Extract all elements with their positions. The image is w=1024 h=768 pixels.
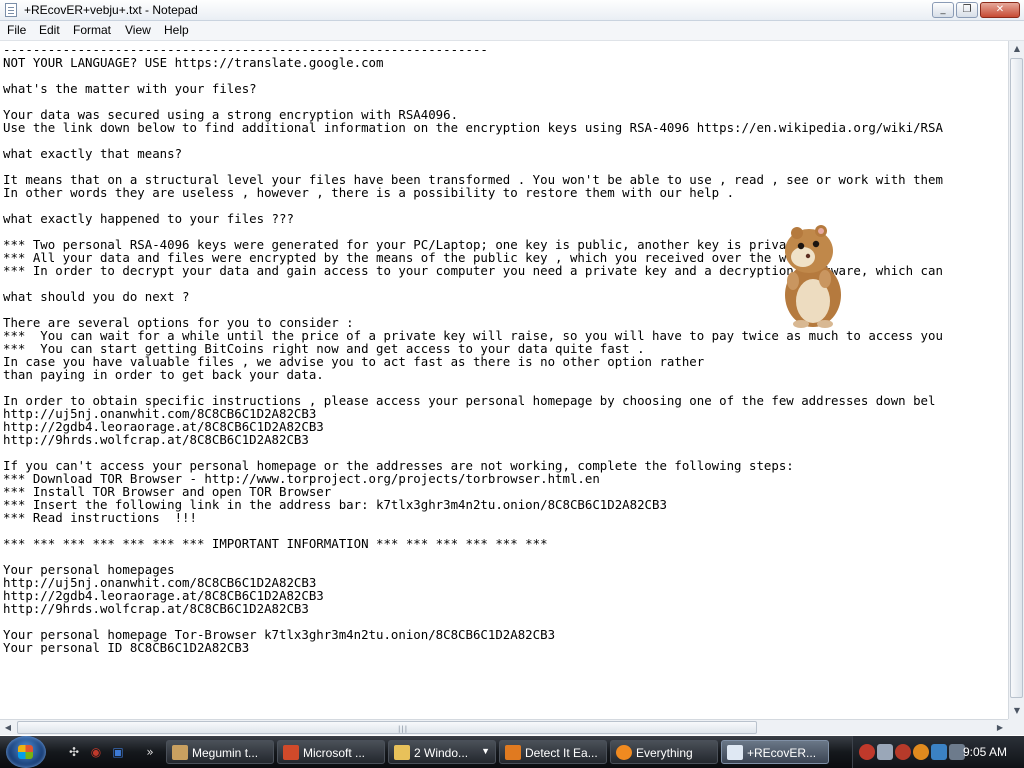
grip-icon: ||| (398, 725, 409, 733)
clock[interactable]: 9:05 AM (963, 745, 1007, 759)
document-text: ----------------------------------------… (3, 43, 943, 654)
menu-file[interactable]: File (7, 23, 26, 37)
notepad-icon (5, 3, 17, 17)
text-line: http://9hrds.wolfcrap.at/8C8CB6C1D2A82CB… (3, 432, 309, 447)
menu-edit[interactable]: Edit (39, 23, 60, 37)
taskbar-button-megumin[interactable]: Megumin t... (166, 740, 274, 764)
menu-help[interactable]: Help (164, 23, 189, 37)
taskbar-button-everything[interactable]: Everything (610, 740, 718, 764)
minimize-button[interactable]: _ (932, 2, 954, 18)
text-line: NOT YOUR LANGUAGE? USE https://translate… (3, 55, 384, 70)
text-line: *** *** *** *** *** *** *** IMPORTANT IN… (3, 536, 548, 551)
scroll-up-icon[interactable]: ▲ (1009, 41, 1024, 57)
taskbar-button-detect-it-easy[interactable]: Detect It Ea... (499, 740, 607, 764)
notepad-icon (727, 745, 743, 760)
text-line: what's the matter with your files? (3, 81, 257, 96)
maximize-button[interactable]: ❐ (956, 2, 978, 18)
taskbar-button-microsoft[interactable]: Microsoft ... (277, 740, 385, 764)
hamster-mascot-image (785, 225, 841, 328)
blocked-icon[interactable] (859, 744, 875, 760)
quicklaunch-app-icon[interactable]: ✣ (66, 745, 82, 759)
text-line: than paying in order to get back your da… (3, 367, 324, 382)
game-icon (172, 745, 188, 760)
search-icon (616, 745, 632, 760)
scroll-right-icon[interactable]: ▶ (992, 720, 1008, 736)
search-tray-icon[interactable] (913, 744, 929, 760)
vertical-scroll-thumb[interactable] (1010, 58, 1023, 698)
menu-bar: File Edit Format View Help (0, 21, 1024, 41)
detect-icon (505, 745, 521, 760)
folder-icon (394, 745, 410, 760)
quicklaunch-browser-icon[interactable]: ◉ (88, 745, 104, 759)
security-shield-icon[interactable] (877, 744, 893, 760)
menu-view[interactable]: View (125, 23, 151, 37)
text-editor-area[interactable]: ----------------------------------------… (0, 41, 1008, 719)
horizontal-scrollbar[interactable]: ◀ ||| ▶ (0, 719, 1008, 735)
text-line: Use the link down below to find addition… (3, 120, 943, 135)
text-line: In other words they are useless , howeve… (3, 185, 735, 200)
text-line: Your personal ID 8C8CB6C1D2A82CB3 (3, 640, 250, 655)
close-button[interactable]: ✕ (980, 2, 1020, 18)
text-line: http://9hrds.wolfcrap.at/8C8CB6C1D2A82CB… (3, 601, 309, 616)
scroll-left-icon[interactable]: ◀ (0, 720, 16, 736)
quicklaunch-expand-icon[interactable]: » (142, 745, 158, 759)
window-title: +REcovER+vebju+.txt - Notepad (24, 3, 198, 17)
vertical-scrollbar[interactable]: ▲ ▼ (1008, 41, 1024, 719)
window-controls: _ ❐ ✕ (932, 2, 1020, 18)
taskbar-button-windows-group[interactable]: 2 Windo... ▼ (388, 740, 496, 764)
network-icon[interactable] (931, 744, 947, 760)
menu-format[interactable]: Format (73, 23, 111, 37)
taskbar: ✣ ◉ ▣ » Megumin t... Microsoft ... 2 Win… (0, 736, 1024, 768)
start-button[interactable] (6, 736, 46, 768)
text-line: *** Read instructions !!! (3, 510, 197, 525)
title-bar: +REcovER+vebju+.txt - Notepad _ ❐ ✕ (0, 0, 1024, 21)
taskbar-button-notepad[interactable]: +REcovER... (721, 740, 829, 764)
antivirus-icon[interactable] (895, 744, 911, 760)
horizontal-scroll-thumb[interactable]: ||| (17, 721, 757, 734)
office-icon (283, 745, 299, 760)
size-grip[interactable] (1008, 719, 1024, 735)
text-line: what exactly that means? (3, 146, 183, 161)
show-desktop-icon[interactable]: ▣ (110, 745, 126, 759)
chevron-down-icon: ▼ (481, 746, 490, 756)
scroll-down-icon[interactable]: ▼ (1009, 703, 1024, 719)
